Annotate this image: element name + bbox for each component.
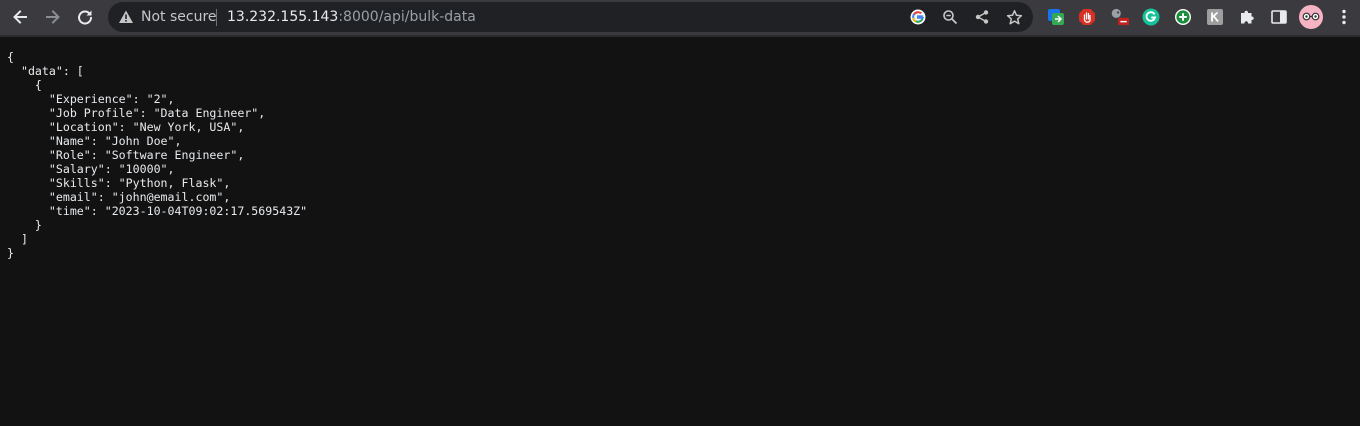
side-panel-icon <box>1271 10 1287 24</box>
browser-menu-button[interactable] <box>1334 7 1354 27</box>
page-content: { "data": [ { "Experience": "2", "Job Pr… <box>0 37 1360 426</box>
puzzle-icon <box>1241 10 1254 24</box>
json-line: } <box>7 218 42 232</box>
json-line: "Salary": "10000", <box>7 162 175 176</box>
json-response-body: { "data": [ { "Experience": "2", "Job Pr… <box>7 50 307 260</box>
forward-arrow-icon <box>46 10 60 24</box>
extension-translate-button[interactable] <box>1046 7 1066 27</box>
warning-triangle-icon <box>119 10 133 23</box>
url-text[interactable]: 13.232.155.143:8000/api/bulk-data <box>227 8 476 26</box>
google-icon <box>910 9 926 25</box>
bookmark-button[interactable] <box>1004 7 1024 27</box>
json-line: "data": [ <box>7 64 84 78</box>
browser-toolbar: Not secure 13.232.155.143:8000/api/bulk-… <box>0 0 1360 35</box>
json-line: "Name": "John Doe", <box>7 134 182 148</box>
extension-grammarly-button[interactable] <box>1141 7 1161 27</box>
json-line: { <box>7 78 42 92</box>
hand-stop-extension-icon <box>1079 9 1095 25</box>
translate-extension-icon <box>1048 9 1064 25</box>
security-status-label[interactable]: Not secure <box>141 8 217 26</box>
url-host: 13.232.155.143 <box>227 9 339 25</box>
json-line: "Skills": "Python, Flask", <box>7 176 231 190</box>
extension-adblock-button[interactable] <box>1077 7 1097 27</box>
omnibox-divider <box>216 9 217 26</box>
grammarly-icon <box>1142 8 1160 26</box>
json-line: "Job Profile": "Data Engineer", <box>7 106 266 120</box>
extension-k-button[interactable] <box>1205 7 1225 27</box>
address-bar[interactable]: Not secure 13.232.155.143:8000/api/bulk-… <box>108 2 1033 32</box>
json-line: "time": "2023-10-04T09:02:17.569543Z" <box>7 204 308 218</box>
k-extension-icon <box>1207 9 1223 25</box>
profile-button[interactable] <box>1299 5 1323 29</box>
zoom-out-icon <box>943 10 958 25</box>
avatar <box>1299 5 1323 29</box>
zoom-button[interactable] <box>940 7 960 27</box>
reload-button[interactable] <box>71 3 99 31</box>
side-panel-button[interactable] <box>1269 7 1289 27</box>
extension-blocked-button[interactable] <box>1109 7 1129 27</box>
plus-circle-icon <box>1175 9 1191 25</box>
json-line: "Experience": "2", <box>7 92 175 106</box>
share-button[interactable] <box>972 7 992 27</box>
json-line: { <box>7 50 14 64</box>
back-arrow-icon <box>13 10 27 24</box>
json-line: "Location": "New York, USA", <box>7 120 245 134</box>
share-icon <box>975 10 989 24</box>
reload-icon <box>78 10 93 25</box>
json-line: "Role": "Software Engineer", <box>7 148 245 162</box>
json-line: ] <box>7 232 28 246</box>
google-lens-button[interactable] <box>908 7 928 27</box>
forward-button[interactable] <box>39 3 67 31</box>
kebab-menu-icon <box>1342 9 1346 25</box>
star-icon <box>1006 9 1022 24</box>
extensions-menu-button[interactable] <box>1237 7 1257 27</box>
extension-disabled-icon <box>1111 8 1129 26</box>
json-line: } <box>7 246 14 260</box>
json-line: "email": "john@email.com", <box>7 190 231 204</box>
url-path: :8000/api/bulk-data <box>338 9 476 25</box>
extension-add-button[interactable] <box>1173 7 1193 27</box>
back-button[interactable] <box>6 3 34 31</box>
